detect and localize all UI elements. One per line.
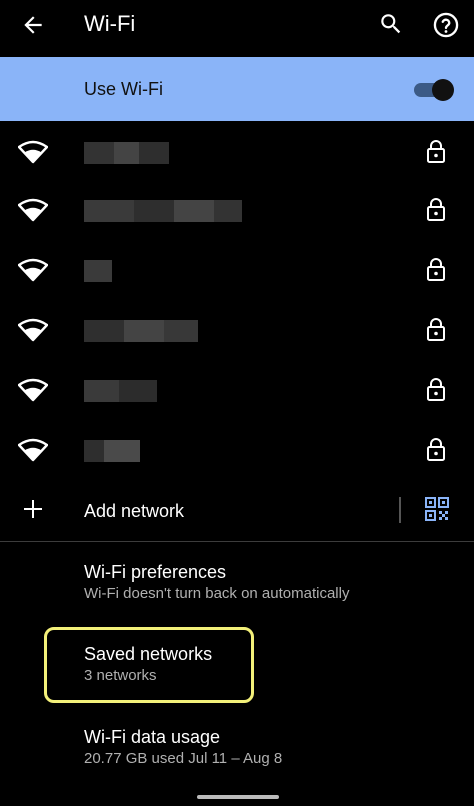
help-icon[interactable] (432, 11, 460, 39)
pref-summary: 20.77 GB used Jul 11 – Aug 8 (84, 750, 283, 767)
pref-title: Wi-Fi preferences (84, 562, 227, 582)
pref-title: Wi-Fi data usage (84, 727, 221, 747)
network-name (84, 440, 142, 462)
add-network-row[interactable]: Add network (0, 481, 474, 539)
wifi-icon (18, 438, 48, 462)
wifi-icon (18, 140, 48, 164)
back-arrow-icon[interactable] (20, 12, 46, 38)
lock-icon (427, 318, 445, 341)
app-bar: Wi-Fi (0, 0, 474, 50)
lock-icon (427, 140, 445, 163)
search-icon[interactable] (378, 11, 404, 37)
page-title: Wi-Fi (84, 11, 136, 36)
use-wifi-toggle[interactable] (414, 79, 454, 101)
network-item[interactable] (0, 180, 474, 238)
wifi-preferences-item[interactable]: Wi-Fi preferences Wi-Fi doesn't turn bac… (84, 560, 464, 604)
wifi-icon (18, 198, 48, 222)
gesture-nav-bar[interactable] (197, 795, 279, 799)
toggle-thumb (432, 79, 454, 101)
wifi-icon (18, 378, 48, 402)
annotation-highlight (44, 627, 254, 703)
network-name (84, 260, 114, 282)
network-name (84, 320, 199, 342)
network-name (84, 142, 174, 164)
network-name (84, 380, 159, 402)
network-item[interactable] (0, 420, 474, 478)
plus-icon (24, 500, 42, 518)
network-item[interactable] (0, 240, 474, 298)
divider (399, 497, 401, 523)
network-item[interactable] (0, 122, 474, 180)
wifi-icon (18, 318, 48, 342)
section-divider (0, 541, 474, 542)
add-network-label: Add network (84, 501, 185, 521)
use-wifi-label: Use Wi-Fi (84, 79, 163, 99)
pref-summary: Wi-Fi doesn't turn back on automatically (84, 585, 350, 602)
network-item[interactable] (0, 300, 474, 358)
network-name (84, 200, 244, 222)
lock-icon (427, 258, 445, 281)
wifi-data-usage-item[interactable]: Wi-Fi data usage 20.77 GB used Jul 11 – … (84, 725, 464, 769)
network-item[interactable] (0, 360, 474, 418)
lock-icon (427, 438, 445, 461)
qr-code-icon[interactable] (425, 497, 449, 521)
use-wifi-row[interactable]: Use Wi-Fi (0, 57, 474, 121)
lock-icon (427, 198, 445, 221)
lock-icon (427, 378, 445, 401)
wifi-icon (18, 258, 48, 282)
